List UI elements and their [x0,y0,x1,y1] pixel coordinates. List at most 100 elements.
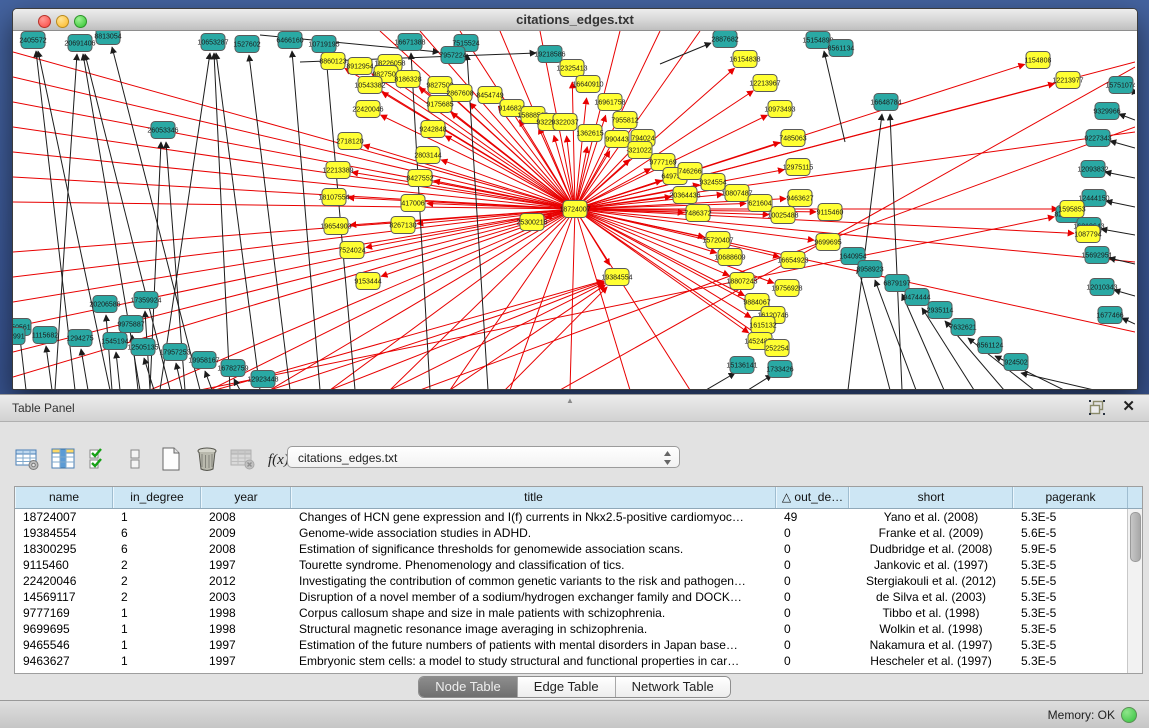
graph-node[interactable]: 1595853 [1058,201,1085,218]
graph-node[interactable]: 8427552 [406,170,433,187]
graph-node[interactable]: 9699695 [814,234,841,251]
graph-node[interactable]: 15692951 [1081,247,1112,264]
graph-node[interactable]: 1545194 [101,333,128,350]
tab-network-table[interactable]: Network Table [616,677,730,697]
graph-node[interactable]: 1154808 [1025,52,1052,69]
graph-node[interactable]: 12213967 [749,75,780,92]
cell-title[interactable]: Genome-wide association studies in ADHD. [291,525,776,541]
table-row[interactable]: 1830029562008Estimation of significance … [15,541,1128,557]
graph-node[interactable]: 8454749 [476,87,503,104]
graph-node[interactable]: 9242848 [419,121,446,138]
column-header-name[interactable]: name [15,487,113,508]
graph-node[interactable]: 621604 [748,195,772,212]
cell-out_de[interactable]: 0 [776,573,849,589]
table-vertical-scrollbar[interactable] [1127,509,1142,673]
graph-node[interactable]: 321022 [628,142,652,159]
graph-node[interactable]: 8186328 [394,71,421,88]
cell-year[interactable]: 2003 [201,589,291,605]
cell-out_de[interactable]: 0 [776,525,849,541]
cell-out_de[interactable]: 0 [776,653,849,669]
new-table-icon[interactable] [158,446,184,472]
graph-node[interactable]: 16961758 [594,94,625,111]
graph-node[interactable]: 9324554 [699,174,726,191]
column-header-title[interactable]: title [291,487,776,508]
cell-short[interactable]: de Silva et al. (2003) [849,589,1013,605]
table-row[interactable]: 946362711997Embryonic stem cells: a mode… [15,653,1128,669]
graph-node[interactable]: 391991 [13,328,25,345]
graph-node[interactable]: 417006 [401,195,425,212]
graph-node[interactable]: 15136141 [726,357,757,374]
table-row[interactable]: 1456911722003Disruption of a novel membe… [15,589,1128,605]
graph-node[interactable]: 2803144 [414,147,441,164]
cell-title[interactable]: Corpus callosum shape and size in male p… [291,605,776,621]
graph-node[interactable]: 1615132 [749,317,776,334]
graph-node[interactable]: 10688609 [714,249,745,266]
cell-out_de[interactable]: 0 [776,589,849,605]
cell-pagerank[interactable]: 5.3E-5 [1013,653,1128,669]
cell-title[interactable]: Disruption of a novel member of a sodium… [291,589,776,605]
graph-node[interactable]: 2405572 [19,32,46,49]
cell-in_degree[interactable]: 6 [113,541,201,557]
graph-node[interactable]: 9322037 [551,114,578,131]
table-panel-titlebar[interactable]: ▲ Table Panel ✕ [0,395,1149,422]
graph-node[interactable]: 8912954 [346,58,373,75]
graph-node[interactable]: 19756928 [771,280,802,297]
cell-short[interactable]: Hescheler et al. (1997) [849,653,1013,669]
graph-node[interactable]: 17957253 [159,344,190,361]
cell-name[interactable]: 9465546 [15,637,113,653]
graph-node[interactable]: 10543382 [354,77,385,94]
cell-in_degree[interactable]: 2 [113,557,201,573]
graph-node[interactable]: 8267130 [389,217,416,234]
graph-node[interactable]: 16671388 [394,34,425,51]
row-height-icon[interactable] [122,446,148,472]
graph-node[interactable]: 16154838 [729,51,760,68]
cell-title[interactable]: Estimation of the future numbers of pati… [291,637,776,653]
column-header-in_degree[interactable]: in_degree [113,487,201,508]
table-row[interactable]: 1938455462009Genome-wide association stu… [15,525,1128,541]
cell-out_de[interactable]: 0 [776,637,849,653]
cell-title[interactable]: Estimation of significance thresholds fo… [291,541,776,557]
cell-pagerank[interactable]: 5.3E-5 [1013,509,1128,525]
cell-pagerank[interactable]: 5.3E-5 [1013,557,1128,573]
network-view[interactable]: 2405572206914068813054106532871527602646… [13,31,1137,389]
cell-year[interactable]: 1998 [201,621,291,637]
graph-node[interactable]: 18807243 [726,273,757,290]
graph-node[interactable]: 1527602 [233,36,260,53]
cell-in_degree[interactable]: 1 [113,509,201,525]
graph-node[interactable]: 7485063 [779,130,806,147]
cell-name[interactable]: 9699695 [15,621,113,637]
cell-in_degree[interactable]: 1 [113,621,201,637]
graph-node[interactable]: 8860123 [319,53,346,70]
graph-node[interactable]: 924502 [1004,354,1028,371]
graph-node[interactable]: 20691406 [64,35,95,52]
table-row[interactable]: 911546021997Tourette syndrome. Phenomeno… [15,557,1128,573]
graph-node[interactable]: 19384554 [601,269,632,286]
cell-in_degree[interactable]: 2 [113,589,201,605]
cell-year[interactable]: 2012 [201,573,291,589]
graph-node[interactable]: 26053346 [147,122,178,139]
scrollbar-thumb[interactable] [1130,512,1141,562]
column-header-year[interactable]: year [201,487,291,508]
graph-node[interactable]: 9975887 [117,316,144,333]
cell-name[interactable]: 18300295 [15,541,113,557]
cell-year[interactable]: 1997 [201,637,291,653]
cell-short[interactable]: Stergiakouli et al. (2012) [849,573,1013,589]
graph-node[interactable]: 12010343 [1086,279,1117,296]
graph-node[interactable]: 19218586 [534,46,565,63]
graph-node[interactable]: 9227343 [1084,130,1111,147]
graph-node[interactable]: 18107554 [318,189,349,206]
graph-node-hub[interactable]: 18724007 [559,201,590,218]
cell-in_degree[interactable]: 2 [113,573,201,589]
graph-node[interactable]: 17359924 [130,292,161,309]
cell-short[interactable]: Wolkin et al. (1998) [849,621,1013,637]
graph-node[interactable]: 6466160 [276,32,303,49]
cell-name[interactable]: 18724007 [15,509,113,525]
graph-node[interactable]: 19654903 [320,218,351,235]
cell-name[interactable]: 9463627 [15,653,113,669]
cell-year[interactable]: 2008 [201,509,291,525]
cell-in_degree[interactable]: 1 [113,637,201,653]
cell-short[interactable]: Tibbo et al. (1998) [849,605,1013,621]
graph-node[interactable]: 7957224 [439,47,466,64]
network-canvas[interactable]: 2405572206914068813054106532871527602646… [13,31,1135,390]
cell-in_degree[interactable]: 6 [113,525,201,541]
